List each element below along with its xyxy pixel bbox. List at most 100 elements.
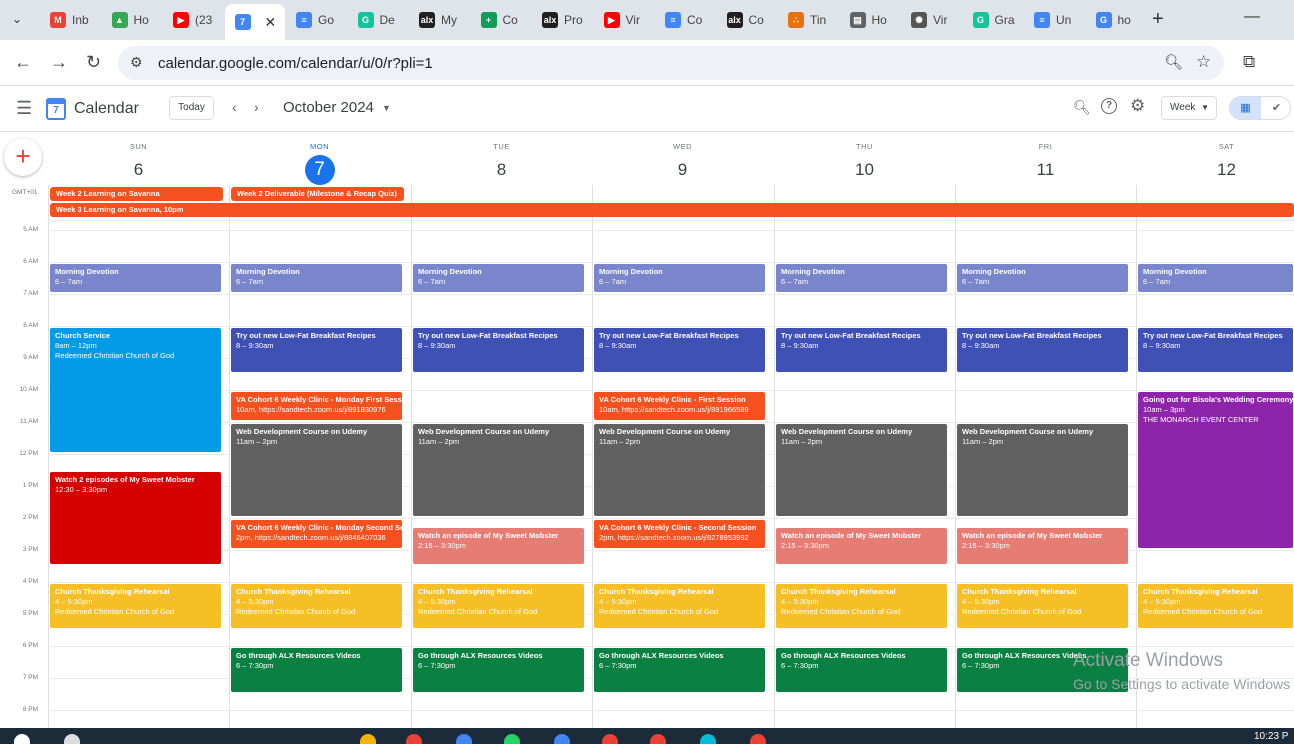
settings-gear-icon[interactable]: ⚙ bbox=[1130, 96, 1145, 116]
browser-tab[interactable]: alx Co bbox=[717, 6, 777, 34]
calendar-event[interactable]: Web Development Course on Udemy 11am – 2p… bbox=[412, 423, 585, 517]
browser-tab[interactable]: + Co bbox=[471, 6, 531, 34]
bookmark-star-icon[interactable]: ☆ bbox=[1196, 52, 1211, 72]
browser-tab[interactable]: M Inb bbox=[40, 6, 100, 34]
calendar-event[interactable]: VA Cohort 6 Weekly Clinic - Monday Secon… bbox=[230, 519, 403, 549]
browser-tab[interactable]: ▶ (23 bbox=[163, 6, 223, 34]
calendar-event[interactable]: Morning Devotion 6 – 7am bbox=[956, 263, 1129, 293]
calendar-view-icon[interactable]: ▦ bbox=[1230, 97, 1261, 119]
minimize-icon[interactable]: — bbox=[1244, 8, 1260, 26]
browser-tab[interactable]: ∴ Tin bbox=[778, 6, 838, 34]
calendar-event[interactable]: Try out new Low-Fat Breakfast Recipes 8 –… bbox=[412, 327, 585, 373]
browser-tab[interactable]: G De bbox=[348, 6, 408, 34]
calendar-event[interactable]: Going out for Bisola's Wedding Ceremony 1… bbox=[1137, 391, 1294, 549]
calendar-event[interactable]: Church Thanksgiving Rehearsal 4 – 5:30pm R… bbox=[412, 583, 585, 629]
calendar-tasks-toggle[interactable]: ▦ ✔ bbox=[1229, 96, 1291, 120]
calendar-event[interactable]: Go through ALX Resources Videos 6 – 7:30p… bbox=[230, 647, 403, 693]
browser-tab[interactable]: alx My bbox=[409, 6, 469, 34]
calendar-event[interactable]: Morning Devotion 6 – 7am bbox=[49, 263, 222, 293]
caret-down-icon[interactable]: ▼ bbox=[382, 103, 391, 113]
day-number[interactable]: 11 bbox=[1026, 155, 1066, 185]
taskbar-app-icon[interactable] bbox=[504, 734, 520, 744]
back-icon[interactable]: ← bbox=[14, 52, 32, 73]
close-tab-icon[interactable]: ✕ bbox=[265, 14, 277, 31]
reload-icon[interactable]: ↻ bbox=[86, 52, 101, 73]
taskbar-app-icon[interactable] bbox=[360, 734, 376, 744]
calendar-event[interactable]: VA Cohort 6 Weekly Clinic - First Sessio… bbox=[593, 391, 766, 421]
allday-event[interactable]: Week 2 Learning on Savanna bbox=[50, 187, 223, 201]
browser-tab[interactable]: ▶ Vir bbox=[594, 6, 654, 34]
calendar-event[interactable]: Try out new Low-Fat Breakfast Recipes 8 –… bbox=[593, 327, 766, 373]
taskbar-app-icon[interactable] bbox=[456, 734, 472, 744]
calendar-event[interactable]: Church Thanksgiving Rehearsal 4 – 5:30pm R… bbox=[956, 583, 1129, 629]
search-taskbar-icon[interactable] bbox=[64, 734, 80, 744]
taskbar-app-icon[interactable] bbox=[406, 734, 422, 744]
calendar-event[interactable]: Church Thanksgiving Rehearsal 4 – 5:30pm R… bbox=[1137, 583, 1294, 629]
calendar-event[interactable]: Church Thanksgiving Rehearsal 4 – 5:30pm R… bbox=[775, 583, 948, 629]
day-number[interactable]: 12 bbox=[1207, 155, 1247, 185]
browser-tab[interactable]: ≡ Co bbox=[655, 6, 715, 34]
create-event-button[interactable]: + bbox=[4, 138, 42, 176]
start-icon[interactable] bbox=[14, 734, 30, 744]
calendar-event[interactable]: Church Thanksgiving Rehearsal 4 – 5:30pm R… bbox=[230, 583, 403, 629]
calendar-event[interactable]: Watch 2 episodes of My Sweet Mobster 12:3… bbox=[49, 471, 222, 565]
calendar-event[interactable]: Try out new Low-Fat Breakfast Recipes 8 –… bbox=[230, 327, 403, 373]
calendar-event[interactable]: Church Thanksgiving Rehearsal 4 – 5:30pm R… bbox=[593, 583, 766, 629]
new-tab-button[interactable]: + bbox=[1152, 8, 1164, 31]
day-number[interactable]: 10 bbox=[845, 155, 885, 185]
calendar-event[interactable]: Web Development Course on Udemy 11am – 2p… bbox=[230, 423, 403, 517]
calendar-event[interactable]: Church Service 8am – 12pm Redeemed Christi… bbox=[49, 327, 222, 453]
search-icon[interactable]: 🔍︎ bbox=[1073, 99, 1091, 116]
day-number[interactable]: 6 bbox=[119, 155, 159, 185]
browser-tab[interactable]: ≡ Un bbox=[1024, 6, 1084, 34]
taskbar-app-icon[interactable] bbox=[602, 734, 618, 744]
calendar-event[interactable]: Morning Devotion 6 – 7am bbox=[593, 263, 766, 293]
site-info-icon[interactable]: ⚙ bbox=[130, 54, 143, 71]
calendar-event[interactable]: Try out new Low-Fat Breakfast Recipes 8 –… bbox=[775, 327, 948, 373]
taskbar-app-icon[interactable] bbox=[700, 734, 716, 744]
browser-tab[interactable]: alx Pro bbox=[532, 6, 592, 34]
calendar-event[interactable]: VA Cohort 6 Weekly Clinic - Monday First… bbox=[230, 391, 403, 421]
omnibox[interactable]: ⚙ calendar.google.com/calendar/u/0/r?pli… bbox=[118, 46, 1224, 80]
previous-week-icon[interactable]: ‹ bbox=[232, 99, 237, 115]
browser-tab[interactable]: ✺ Vir bbox=[901, 6, 961, 34]
calendar-event[interactable]: Try out new Low-Fat Breakfast Recipes 8 –… bbox=[956, 327, 1129, 373]
tab-search-icon[interactable]: ⌄ bbox=[12, 12, 22, 26]
calendar-event[interactable]: Morning Devotion 6 – 7am bbox=[412, 263, 585, 293]
taskbar-app-icon[interactable] bbox=[554, 734, 570, 744]
taskbar-app-icon[interactable] bbox=[750, 734, 766, 744]
browser-tab[interactable]: Gho bbox=[1086, 6, 1146, 34]
calendar-event[interactable]: Go through ALX Resources Videos 6 – 7:30p… bbox=[775, 647, 948, 693]
browser-tab[interactable]: G Gra bbox=[963, 6, 1023, 34]
browser-tab[interactable]: ≡ Go bbox=[286, 6, 346, 34]
day-number[interactable]: 9 bbox=[663, 155, 703, 185]
browser-tab[interactable]: ▲ Ho bbox=[102, 6, 162, 34]
view-selector[interactable]: Week ▼ bbox=[1161, 96, 1217, 120]
calendar-event[interactable]: Morning Devotion 6 – 7am bbox=[230, 263, 403, 293]
calendar-event[interactable]: Web Development Course on Udemy 11am – 2p… bbox=[593, 423, 766, 517]
next-week-icon[interactable]: › bbox=[254, 99, 259, 115]
calendar-event[interactable]: Web Development Course on Udemy 11am – 2p… bbox=[956, 423, 1129, 517]
day-number[interactable]: 8 bbox=[482, 155, 522, 185]
calendar-event[interactable]: Morning Devotion 6 – 7am bbox=[775, 263, 948, 293]
calendar-event[interactable]: Watch an episode of My Sweet Mobster 2:15… bbox=[956, 527, 1129, 565]
calendar-event[interactable]: Church Thanksgiving Rehearsal 4 – 5:30pm R… bbox=[49, 583, 222, 629]
browser-tab[interactable]: ▤ Ho bbox=[840, 6, 900, 34]
today-button[interactable]: Today bbox=[169, 96, 214, 120]
calendar-event[interactable]: Web Development Course on Udemy 11am – 2p… bbox=[775, 423, 948, 517]
calendar-event[interactable]: Go through ALX Resources Videos 6 – 7:30p… bbox=[593, 647, 766, 693]
calendar-event[interactable]: Morning Devotion 6 – 7am bbox=[1137, 263, 1294, 293]
extensions-icon[interactable]: ⧉ bbox=[1243, 52, 1255, 72]
taskbar-app-icon[interactable] bbox=[650, 734, 666, 744]
help-icon[interactable]: ? bbox=[1101, 98, 1117, 114]
month-label[interactable]: October 2024 bbox=[283, 99, 374, 116]
day-number[interactable]: 7 bbox=[304, 155, 335, 185]
calendar-event[interactable]: Watch an episode of My Sweet Mobster 2:15… bbox=[412, 527, 585, 565]
forward-icon[interactable]: → bbox=[50, 52, 68, 73]
zoom-icon[interactable]: 🔍︎ bbox=[1164, 53, 1183, 71]
allday-event[interactable]: Week 3 Learning on Savanna, 10pm bbox=[50, 203, 1294, 217]
main-menu-icon[interactable]: ☰ bbox=[16, 98, 32, 119]
calendar-event[interactable]: Go through ALX Resources Videos 6 – 7:30p… bbox=[412, 647, 585, 693]
tasks-view-icon[interactable]: ✔ bbox=[1261, 97, 1290, 119]
calendar-event[interactable]: VA Cohort 6 Weekly Clinic - Second Sessi… bbox=[593, 519, 766, 549]
